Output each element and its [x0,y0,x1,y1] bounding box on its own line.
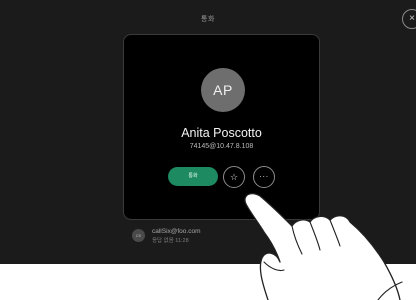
favorite-button[interactable]: ☆ [223,166,245,188]
contact-avatar: AP [201,68,245,112]
recent-avatar: CK [132,229,145,242]
screen-title: 통화 [201,16,215,23]
recent-detail: 응답 없음 11:28 [152,238,189,244]
touch-screen: 통화 × AP Anita Poscotto 74145@10.47.8.108… [0,0,416,264]
star-icon: ☆ [229,172,239,182]
contact-address: 74145@10.47.8.108 [189,143,254,150]
contact-card: AP Anita Poscotto 74145@10.47.8.108 통화 ☆… [123,34,320,220]
recent-call-item[interactable]: CK callSix@foo.com 응답 없음 11:28 [132,228,272,246]
contact-name: Anita Poscotto [181,126,262,140]
close-button[interactable]: × [402,9,416,29]
more-icon: ··· [259,172,269,181]
recent-name: callSix@foo.com [152,228,201,235]
call-button[interactable]: 통화 [168,167,218,186]
more-options-button[interactable]: ··· [253,166,275,188]
